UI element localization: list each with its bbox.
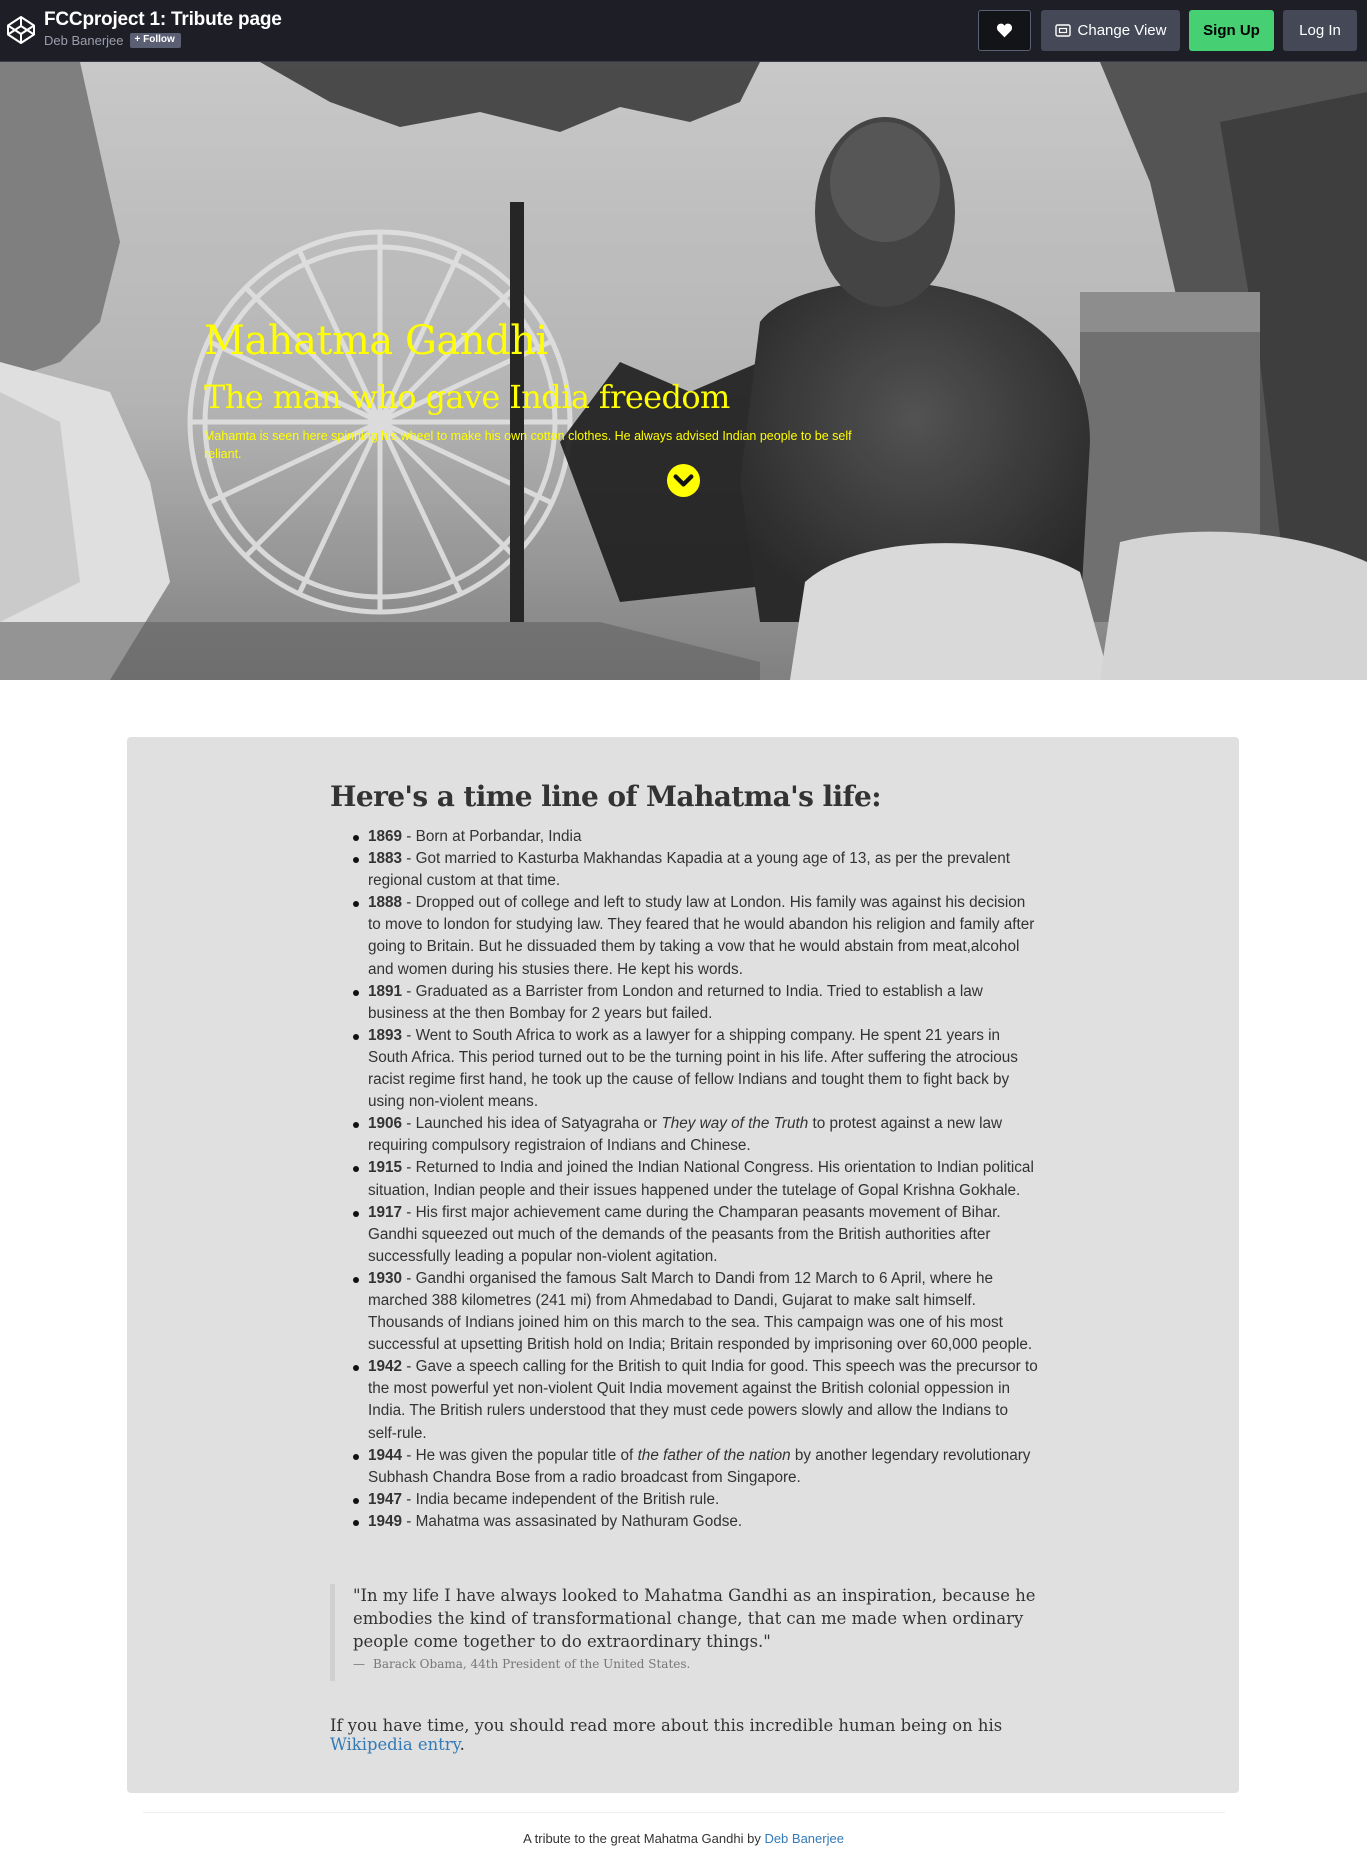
footer-divider (143, 1812, 1225, 1813)
citation-text: Barack Obama, 44th President of the Unit… (373, 1657, 691, 1671)
timeline-text: - His first major achievement came durin… (368, 1203, 1001, 1265)
log-in-button[interactable]: Log In (1283, 10, 1357, 51)
codepen-logo-icon[interactable] (6, 15, 36, 45)
timeline-year: 1893 (368, 1026, 403, 1044)
timeline-text: - He was given the popular title of (402, 1446, 638, 1464)
timeline-year: 1944 (368, 1446, 403, 1464)
timeline-item: 1869 - Born at Porbandar, India (353, 826, 1038, 848)
timeline-heading: Here's a time line of Mahatma's life: (330, 780, 882, 813)
change-view-button[interactable]: Change View (1041, 10, 1180, 51)
timeline-item: 1947 - India became independent of the B… (353, 1489, 1038, 1511)
hero-caption: Mahamta is seen here spinning his wheel … (204, 429, 852, 461)
timeline-emphasis: They way of the Truth (661, 1115, 809, 1133)
timeline-item: 1888 - Dropped out of college and left t… (353, 892, 1038, 980)
timeline-text: - Gandhi organised the famous Salt March… (368, 1269, 1033, 1354)
citation-dash: — (353, 1657, 365, 1671)
timeline-item: 1915 - Returned to India and joined the … (353, 1157, 1038, 1201)
timeline-text: - Born at Porbandar, India (402, 828, 582, 845)
timeline-text: - Returned to India and joined the India… (368, 1159, 1034, 1199)
hero-title: Mahatma Gandhi (204, 318, 548, 364)
hero-photo (0, 62, 1367, 680)
layout-view-icon (1054, 24, 1071, 37)
timeline-item: 1893 - Went to South Africa to work as a… (353, 1025, 1038, 1113)
timeline-text: - Mahatma was assasinated by Nathuram Go… (402, 1512, 743, 1530)
timeline-text: - Graduated as a Barrister from London a… (368, 982, 983, 1022)
timeline-year: 1869 (368, 828, 403, 845)
timeline-item: 1917 - His first major achievement came … (353, 1202, 1038, 1268)
timeline-text: - Got married to Kasturba Makhandas Kapa… (368, 850, 1011, 890)
codepen-header: FCCproject 1: Tribute page Deb Banerjee … (0, 0, 1367, 62)
author-row: Deb Banerjee + Follow (44, 33, 181, 48)
timeline-item: 1906 - Launched his idea of Satyagraha o… (353, 1113, 1038, 1157)
follow-label: Follow (143, 34, 175, 45)
sign-up-button[interactable]: Sign Up (1189, 10, 1274, 51)
timeline-year: 1883 (368, 850, 403, 868)
timeline-year: 1888 (368, 894, 403, 912)
quote-citation: — Barack Obama, 44th President of the Un… (353, 1657, 1050, 1671)
more-info-text: If you have time, you should read more a… (330, 1716, 1003, 1735)
hero-section: Mahatma Gandhi The man who gave India fr… (0, 62, 1367, 680)
follow-button[interactable]: + Follow (129, 33, 181, 48)
change-view-label: Change View (1077, 22, 1167, 39)
timeline-text: - Went to South Africa to work as a lawy… (368, 1026, 1018, 1111)
author-link[interactable]: Deb Banerjee (44, 33, 124, 48)
plus-icon: + (134, 34, 141, 45)
footer-author-link[interactable]: Deb Banerjee (764, 1831, 844, 1846)
wikipedia-link[interactable]: Wikipedia entry (330, 1735, 460, 1754)
timeline-year: 1949 (368, 1512, 403, 1530)
more-info-paragraph: If you have time, you should read more a… (330, 1716, 1050, 1754)
chevron-down-circle-icon[interactable] (666, 463, 701, 498)
heart-icon (996, 23, 1013, 38)
hero-subtitle: The man who gave India freedom (204, 378, 730, 416)
timeline-text: - Gave a speech calling for the British … (368, 1358, 1038, 1442)
more-info-suffix: . (459, 1735, 465, 1754)
timeline-emphasis: the father of the nation (637, 1446, 791, 1464)
timeline-year: 1915 (368, 1159, 403, 1177)
timeline-year: 1942 (368, 1358, 403, 1376)
timeline-item: 1942 - Gave a speech calling for the Bri… (353, 1356, 1038, 1444)
heart-button[interactable] (978, 10, 1031, 51)
quote-block: "In my life I have always looked to Maha… (330, 1584, 1050, 1681)
timeline-item: 1891 - Graduated as a Barrister from Lon… (353, 981, 1038, 1025)
pen-title: FCCproject 1: Tribute page (44, 9, 282, 30)
quote-text: "In my life I have always looked to Maha… (353, 1586, 1036, 1651)
timeline-list: 1869 - Born at Porbandar, India 1883 - Go… (353, 826, 1038, 1533)
timeline-item: 1949 - Mahatma was assasinated by Nathur… (353, 1511, 1038, 1533)
timeline-item: 1930 - Gandhi organised the famous Salt … (353, 1268, 1038, 1356)
timeline-year: 1930 (368, 1269, 403, 1287)
timeline-text: - Dropped out of college and left to stu… (368, 894, 1035, 978)
footer: A tribute to the great Mahatma Gandhi by… (0, 1831, 1367, 1846)
timeline-year: 1906 (368, 1115, 403, 1133)
timeline-text: - Launched his idea of Satyagraha or (402, 1115, 662, 1133)
timeline-text: - India became independent of the Britis… (402, 1490, 720, 1508)
timeline-year: 1917 (368, 1203, 403, 1221)
timeline-year: 1891 (368, 982, 403, 1000)
timeline-item: 1944 - He was given the popular title of… (353, 1445, 1038, 1489)
timeline-item: 1883 - Got married to Kasturba Makhandas… (353, 848, 1038, 892)
timeline-year: 1947 (368, 1490, 403, 1508)
footer-text: A tribute to the great Mahatma Gandhi by (523, 1831, 765, 1846)
